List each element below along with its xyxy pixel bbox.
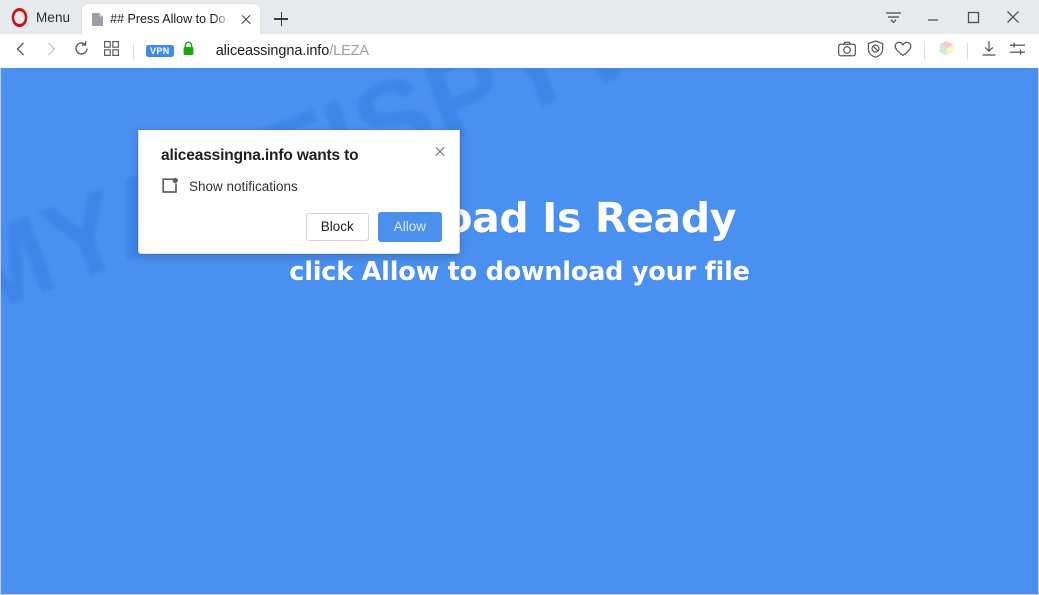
dialog-close-icon[interactable] <box>429 140 451 162</box>
toolbar-divider <box>924 42 925 60</box>
notification-permission-dialog: aliceassingna.info wants to Show notific… <box>138 130 460 254</box>
url-path: /LEZA <box>329 43 369 59</box>
url-text: aliceassingna.info/LEZA <box>216 43 369 59</box>
opera-browser-window: Menu ## Press Allow to Do VPN aliceassin… <box>0 0 1039 595</box>
page-favicon-icon <box>91 12 104 27</box>
toolbar-divider <box>967 42 968 60</box>
address-bar[interactable]: VPN aliceassingna.info/LEZA <box>141 36 833 66</box>
page-subtitle: click Allow to download your file <box>289 257 750 288</box>
navigation-toolbar: VPN aliceassingna.info/LEZA <box>0 34 1039 68</box>
tab-title: ## Press Allow to Do <box>110 12 226 26</box>
chevron-right-icon <box>44 41 58 62</box>
tab-close-icon[interactable] <box>237 10 255 28</box>
forward-button[interactable] <box>36 36 66 66</box>
maximize-button[interactable] <box>953 0 993 34</box>
opera-logo-icon <box>11 7 28 27</box>
dialog-title: aliceassingna.info wants to <box>161 147 359 164</box>
opera-menu-button[interactable]: Menu <box>0 0 82 34</box>
allow-button[interactable]: Allow <box>377 211 442 242</box>
vpn-badge[interactable]: VPN <box>146 44 174 58</box>
snapshot-button[interactable] <box>833 37 861 65</box>
dialog-actions: Block Allow <box>305 211 442 242</box>
downloads-button[interactable] <box>975 37 1003 65</box>
permission-row: Show notifications <box>161 177 440 195</box>
camera-icon <box>838 41 856 62</box>
block-button[interactable]: Block <box>305 212 369 241</box>
menu-button-label: Menu <box>36 9 71 25</box>
url-domain: aliceassingna.info <box>215 43 330 59</box>
extensions-button[interactable] <box>932 37 960 65</box>
new-tab-button[interactable] <box>266 4 296 34</box>
ad-blocker-button[interactable] <box>861 37 889 65</box>
favorites-button[interactable] <box>889 37 917 65</box>
reload-icon <box>73 40 90 62</box>
chevron-left-icon <box>14 41 28 62</box>
toolbar-divider <box>133 42 134 60</box>
download-icon <box>981 40 997 62</box>
cube-icon <box>937 39 956 63</box>
speed-dial-button[interactable] <box>96 36 126 66</box>
minimize-button[interactable] <box>913 0 953 34</box>
sliders-icon <box>1009 41 1026 62</box>
notification-box-icon <box>161 177 179 195</box>
permission-label: Show notifications <box>189 178 298 194</box>
toolbar-right-icons <box>833 37 1031 65</box>
easy-setup-button[interactable] <box>1003 37 1031 65</box>
tab-menu-button[interactable] <box>873 0 913 34</box>
reload-button[interactable] <box>66 36 96 66</box>
grid-squares-icon <box>103 41 119 61</box>
tab-strip: Menu ## Press Allow to Do <box>0 0 1039 34</box>
shield-block-icon <box>867 39 884 63</box>
browser-tab[interactable]: ## Press Allow to Do <box>82 4 261 34</box>
page-viewport: MYANTISPYWARE.COM Download Is Ready clic… <box>0 68 1039 595</box>
back-button[interactable] <box>6 36 36 66</box>
close-window-button[interactable] <box>993 0 1033 34</box>
heart-icon <box>894 41 912 62</box>
window-controls <box>873 0 1039 34</box>
padlock-icon[interactable] <box>182 41 195 61</box>
